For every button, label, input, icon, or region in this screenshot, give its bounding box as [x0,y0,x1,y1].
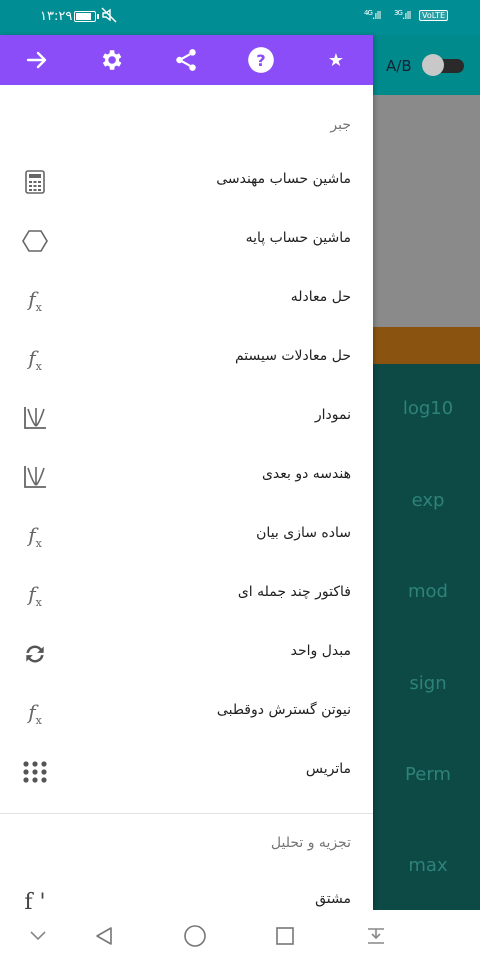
signal-icon: 3G.ıll [394,9,412,22]
function-icon: fx [28,345,42,373]
key-max[interactable]: max [376,855,480,876]
mute-icon [101,7,117,27]
gear-icon[interactable] [96,45,126,75]
menu-item-unit-converter[interactable]: مبدل واحد [0,625,373,683]
svg-text:?: ? [256,51,265,70]
status-time: ۱۳:۲۹ [40,9,73,24]
ab-toggle-switch[interactable] [422,54,466,76]
menu-item-label: ساده سازی بیان [256,525,351,541]
menu-item-label: مبدل واحد [290,643,351,659]
calculator-accent-bar [370,327,480,364]
key-perm[interactable]: Perm [376,764,480,785]
convert-icon [22,641,48,667]
menu-item-label: ماشین حساب مهندسی [216,171,351,187]
calculator-icon [22,169,48,195]
menu-item-label: ماشین حساب پایه [245,230,351,246]
menu-item-label: ماتریس [305,761,351,777]
calculator-display [370,95,480,327]
status-bar: ۱۳:۲۹ 4G.ıll 3G.ıll VoLTE [0,0,480,35]
menu-item-solve-system[interactable]: fx حل معادلات سیستم [0,330,373,388]
key-mod[interactable]: mod [376,581,480,602]
function-icon: fx [28,522,42,550]
menu-item-label: نمودار [314,407,351,423]
function-icon: fx [28,581,42,609]
menu-item-label: مشتق [315,891,351,907]
menu-item-label: نیوتن گسترش دوقطبی [216,702,351,718]
graph-icon [22,405,48,431]
key-log10[interactable]: log10 [376,398,480,419]
menu-item-matrix[interactable]: ماتریس [0,743,373,801]
menu-item-graph[interactable]: نمودار [0,389,373,447]
section-title-algebra: جبر [330,117,351,133]
matrix-icon [22,759,48,785]
menu-item-label: فاکتور چند جمله ای [237,584,351,600]
drawer-header: ? ★ [0,35,373,85]
menu-item-simplify-expression[interactable]: fx ساده سازی بیان [0,507,373,565]
star-icon[interactable]: ★ [321,45,351,75]
derivative-icon: f ' [24,889,46,911]
recents-icon[interactable] [271,922,299,950]
key-exp[interactable]: exp [376,490,480,511]
share-icon[interactable] [171,45,201,75]
menu-item-binomial-expansion[interactable]: fx نیوتن گسترش دوقطبی [0,684,373,742]
volte-badge: VoLTE [419,10,449,21]
back-icon[interactable] [90,922,118,950]
function-icon: fx [28,286,42,314]
ab-toggle-label: A/B [386,57,412,75]
graph-icon [22,464,48,490]
menu-item-basic-calculator[interactable]: ماشین حساب پایه [0,212,373,270]
function-icon: fx [28,699,42,727]
menu-item-scientific-calculator[interactable]: ماشین حساب مهندسی [0,153,373,211]
menu-item-label: حل معادله [290,289,351,305]
help-icon[interactable]: ? [246,45,276,75]
battery-icon [74,11,99,22]
arrow-right-icon[interactable] [22,45,52,75]
menu-item-derivative[interactable]: f ' مشتق [0,873,373,911]
notification-pull-icon[interactable] [362,922,390,950]
menu-item-label: هندسه دو بعدی [261,466,351,482]
menu-item-2d-geometry[interactable]: هندسه دو بعدی [0,448,373,506]
calculator-keypad [370,364,480,910]
menu-item-label: حل معادلات سیستم [234,348,351,364]
home-icon[interactable] [181,922,209,950]
section-title-analysis: تجزیه و تحلیل [270,835,351,851]
section-divider [0,813,373,814]
navigation-drawer: ? ★ جبر ماشین حساب مهندسی ماشین حساب پای… [0,35,373,910]
collapse-icon[interactable] [24,922,52,950]
key-sign[interactable]: sign [376,673,480,694]
hexagon-icon [22,228,48,254]
menu-item-solve-equation[interactable]: fx حل معادله [0,271,373,329]
menu-item-factor-polynomial[interactable]: fx فاکتور چند جمله ای [0,566,373,624]
signal-icon: 4G.ıll [364,9,382,22]
system-navigation-bar [0,910,480,960]
